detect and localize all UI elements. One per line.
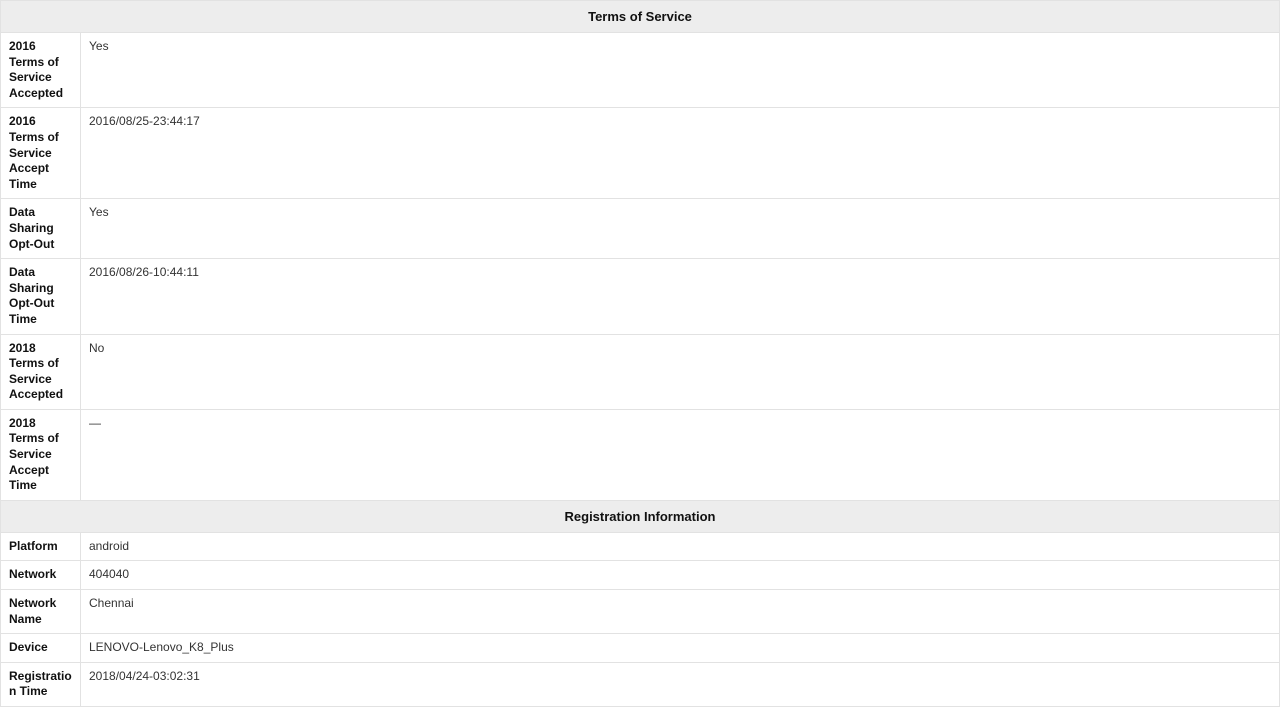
table-row: Data Sharing Opt-Out Yes xyxy=(1,199,1280,259)
row-value: LENOVO-Lenovo_K8_Plus xyxy=(81,634,1280,663)
row-label: Network Name xyxy=(1,590,81,634)
row-label: 2016 Terms of Service Accept Time xyxy=(1,108,81,199)
row-label: Data Sharing Opt-Out Time xyxy=(1,259,81,334)
table-row: Network Name Chennai xyxy=(1,590,1280,634)
row-value: 404040 xyxy=(81,561,1280,590)
table-row: 2018 Terms of Service Accepted No xyxy=(1,334,1280,409)
section-title: Terms of Service xyxy=(1,1,1280,33)
table-row: 2016 Terms of Service Accepted Yes xyxy=(1,33,1280,108)
table-row: 2018 Terms of Service Accept Time — xyxy=(1,409,1280,500)
row-value: android xyxy=(81,532,1280,561)
section-header-row: Terms of Service xyxy=(1,1,1280,33)
row-label: Platform xyxy=(1,532,81,561)
row-value: 2018/04/24-03:02:31 xyxy=(81,662,1280,706)
row-label: Network xyxy=(1,561,81,590)
row-value: No xyxy=(81,334,1280,409)
section-title: Registration Information xyxy=(1,500,1280,532)
row-label: Data Sharing Opt-Out xyxy=(1,199,81,259)
table-row: Device LENOVO-Lenovo_K8_Plus xyxy=(1,634,1280,663)
row-label: Registration Time xyxy=(1,662,81,706)
row-label: 2018 Terms of Service Accepted xyxy=(1,334,81,409)
table-row: Data Sharing Opt-Out Time 2016/08/26-10:… xyxy=(1,259,1280,334)
row-value: Yes xyxy=(81,33,1280,108)
info-table: Terms of Service 2016 Terms of Service A… xyxy=(0,0,1280,707)
row-value: 2016/08/26-10:44:11 xyxy=(81,259,1280,334)
table-row: Platform android xyxy=(1,532,1280,561)
row-value: — xyxy=(81,409,1280,500)
section-header-row: Registration Information xyxy=(1,500,1280,532)
row-label: 2018 Terms of Service Accept Time xyxy=(1,409,81,500)
row-value: Chennai xyxy=(81,590,1280,634)
row-value: 2016/08/25-23:44:17 xyxy=(81,108,1280,199)
row-value: Yes xyxy=(81,199,1280,259)
row-label: Device xyxy=(1,634,81,663)
table-row: 2016 Terms of Service Accept Time 2016/0… xyxy=(1,108,1280,199)
table-row: Network 404040 xyxy=(1,561,1280,590)
row-label: 2016 Terms of Service Accepted xyxy=(1,33,81,108)
table-row: Registration Time 2018/04/24-03:02:31 xyxy=(1,662,1280,706)
